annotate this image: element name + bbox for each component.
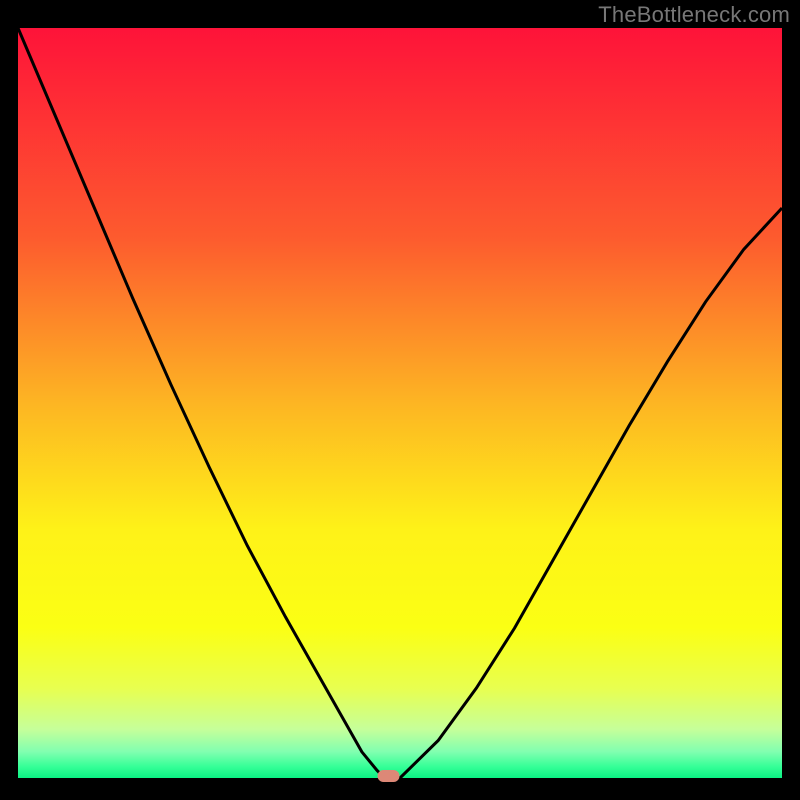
optimal-marker — [378, 770, 400, 782]
plot-area — [18, 28, 782, 778]
watermark-text: TheBottleneck.com — [598, 2, 790, 28]
chart-container: TheBottleneck.com — [0, 0, 800, 800]
chart-svg — [0, 0, 800, 800]
